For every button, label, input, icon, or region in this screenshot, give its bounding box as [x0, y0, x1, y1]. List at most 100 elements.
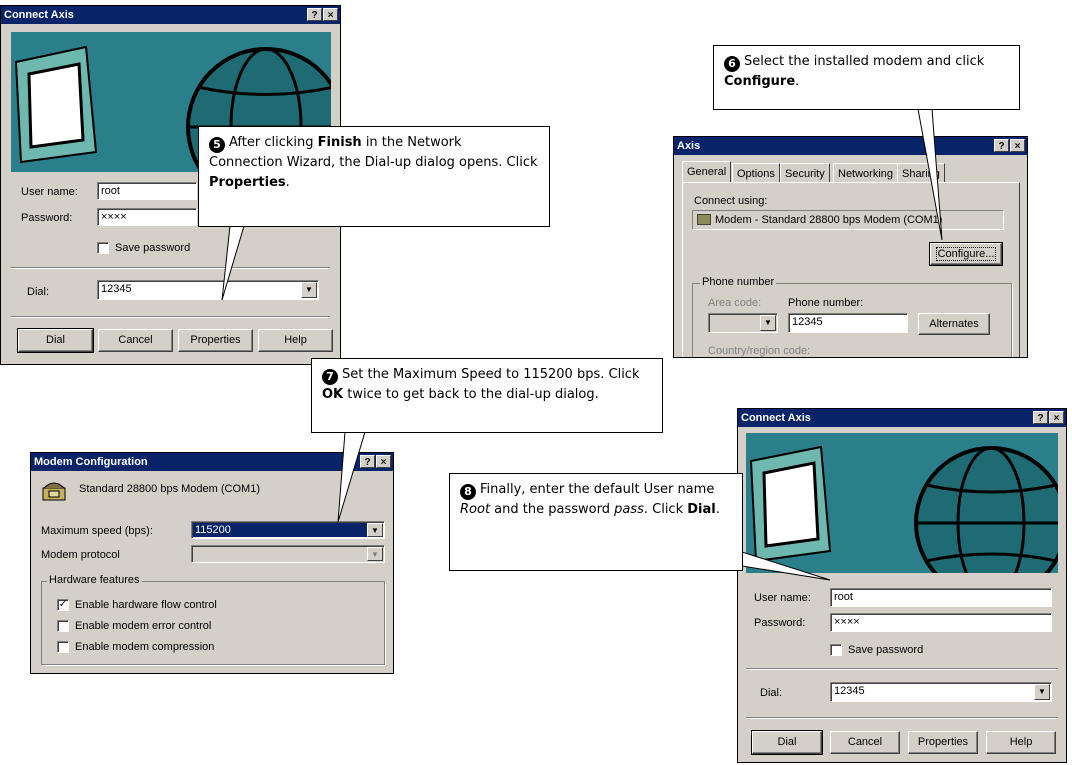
modem-compression-checkbox[interactable]: [57, 641, 69, 653]
callout-bold: Properties: [209, 175, 286, 190]
step-number-badge: 6: [724, 56, 740, 72]
callout-step-7: 7 Set the Maximum Speed to 115200 bps. Cl…: [311, 358, 663, 433]
connect-using-label: Connect using:: [694, 195, 768, 207]
hardware-group-label: Hardware features: [47, 574, 142, 586]
dial-button[interactable]: Dial: [751, 730, 823, 755]
save-password-checkbox[interactable]: [830, 644, 842, 656]
modem-protocol-label: Modem protocol: [41, 549, 120, 561]
user-name-label: User name:: [754, 592, 811, 604]
close-button[interactable]: ×: [1049, 411, 1064, 424]
modem-protocol-combobox: ▼: [191, 545, 385, 563]
country-region-label: Country/region code:: [708, 345, 811, 357]
tab-networking[interactable]: Networking: [833, 163, 899, 183]
alternates-button[interactable]: Alternates: [918, 313, 990, 335]
separator: [746, 668, 1058, 670]
separator: [746, 717, 1058, 719]
callout-step-5: 5 After clicking Finish in the Network Co…: [198, 126, 550, 227]
cancel-button[interactable]: Cancel: [830, 731, 900, 754]
callout-text: .: [715, 502, 720, 517]
callout-bold: Configure: [724, 74, 796, 89]
callout-text: .: [285, 175, 290, 190]
modem-icon: [697, 214, 711, 225]
titlebar: Modem Configuration ? ×: [31, 453, 393, 471]
callout-italic: Root: [460, 502, 491, 517]
callout-bold: Finish: [317, 135, 362, 150]
step-number-badge: 8: [460, 484, 476, 500]
titlebar: Connect Axis ? ×: [738, 409, 1066, 427]
tab-sharing[interactable]: Sharing: [897, 163, 945, 183]
dropdown-arrow-icon[interactable]: ▼: [760, 315, 776, 331]
callout-step-6: 6 Select the installed modem and click Co…: [713, 45, 1020, 110]
dialog-title: Axis: [677, 140, 701, 152]
password-label: Password:: [21, 212, 73, 224]
dropdown-arrow-icon[interactable]: ▼: [367, 523, 383, 537]
modem-name: Standard 28800 bps Modem (COM1): [79, 483, 260, 495]
configure-label: Configure...: [935, 247, 997, 261]
password-input[interactable]: ××××: [830, 613, 1052, 632]
axis-properties-dialog: Axis ? × General Options Security Networ…: [673, 136, 1028, 358]
close-button[interactable]: ×: [1010, 139, 1025, 152]
tab-security[interactable]: Security: [780, 163, 830, 183]
dial-button[interactable]: Dial: [17, 328, 94, 353]
password-input[interactable]: ××××: [97, 208, 197, 226]
dial-combobox[interactable]: 12345 ▼: [97, 280, 319, 300]
max-speed-value: 115200: [193, 523, 367, 537]
dial-combobox[interactable]: 12345 ▼: [830, 682, 1052, 702]
callout-text: and the password: [490, 502, 615, 517]
tab-general[interactable]: General: [682, 161, 732, 183]
cancel-button[interactable]: Cancel: [98, 329, 173, 352]
dialog-title: Connect Axis: [741, 412, 811, 424]
close-button[interactable]: ×: [376, 455, 391, 468]
connection-banner-image: [746, 433, 1058, 573]
phone-number-input[interactable]: 12345: [788, 313, 908, 333]
password-label: Password:: [754, 617, 806, 629]
tab-options[interactable]: Options: [732, 163, 780, 183]
dial-value: 12345: [834, 685, 865, 697]
step-number-badge: 7: [322, 369, 338, 385]
callout-bold: OK: [322, 387, 344, 402]
help-button[interactable]: ?: [1033, 411, 1048, 424]
help-text-button[interactable]: Help: [258, 329, 333, 352]
max-speed-combobox[interactable]: 115200 ▼: [191, 521, 385, 539]
properties-button[interactable]: Properties: [178, 329, 253, 352]
area-code-combobox[interactable]: ▼: [708, 313, 778, 333]
callout-bold: Dial: [687, 502, 716, 517]
modem-field: Modem - Standard 28800 bps Modem (COM1): [692, 210, 1004, 230]
user-name-label: User name:: [21, 186, 78, 198]
hardware-flow-label: Enable hardware flow control: [75, 599, 217, 611]
modem-configuration-dialog: Modem Configuration ? × Standard 28800 b…: [30, 452, 394, 674]
help-button[interactable]: ?: [360, 455, 375, 468]
area-code-label: Area code:: [708, 297, 762, 309]
dropdown-arrow-icon[interactable]: ▼: [301, 282, 317, 298]
user-name-input[interactable]: root: [830, 588, 1052, 607]
modem-error-label: Enable modem error control: [75, 620, 212, 632]
phone-modem-icon: [41, 478, 67, 502]
phone-number-label: Phone number:: [788, 297, 864, 309]
dropdown-arrow-icon[interactable]: ▼: [1034, 684, 1050, 700]
help-button[interactable]: ?: [994, 139, 1009, 152]
max-speed-label: Maximum speed (bps):: [41, 525, 153, 537]
callout-text: Select the installed modem and click: [744, 54, 985, 69]
save-password-checkbox[interactable]: [97, 242, 109, 254]
modem-error-checkbox[interactable]: [57, 620, 69, 632]
help-button[interactable]: ?: [307, 8, 322, 21]
tab-strip: General Options Security Networking Shar…: [682, 161, 1022, 183]
dropdown-arrow-icon: ▼: [367, 547, 383, 561]
callout-text: twice to get back to the dial-up dialog.: [343, 387, 599, 402]
callout-text: Finally, enter the default User name: [480, 482, 715, 497]
hardware-flow-checkbox[interactable]: ✓: [57, 599, 69, 611]
dial-value: 12345: [101, 283, 132, 295]
configure-button[interactable]: Configure...: [929, 242, 1003, 266]
help-text-button[interactable]: Help: [986, 731, 1056, 754]
separator: [11, 267, 330, 269]
properties-button[interactable]: Properties: [908, 731, 978, 754]
separator: [11, 316, 330, 318]
dial-label: Dial:: [760, 687, 783, 699]
titlebar: Axis ? ×: [674, 137, 1027, 155]
modem-compression-label: Enable modem compression: [75, 641, 215, 653]
close-button[interactable]: ×: [323, 8, 338, 21]
callout-step-8: 8 Finally, enter the default User name Ro…: [449, 473, 743, 571]
dialog-title: Connect Axis: [4, 9, 74, 21]
user-name-input[interactable]: root: [97, 182, 197, 200]
phone-group-label: Phone number: [700, 276, 777, 288]
